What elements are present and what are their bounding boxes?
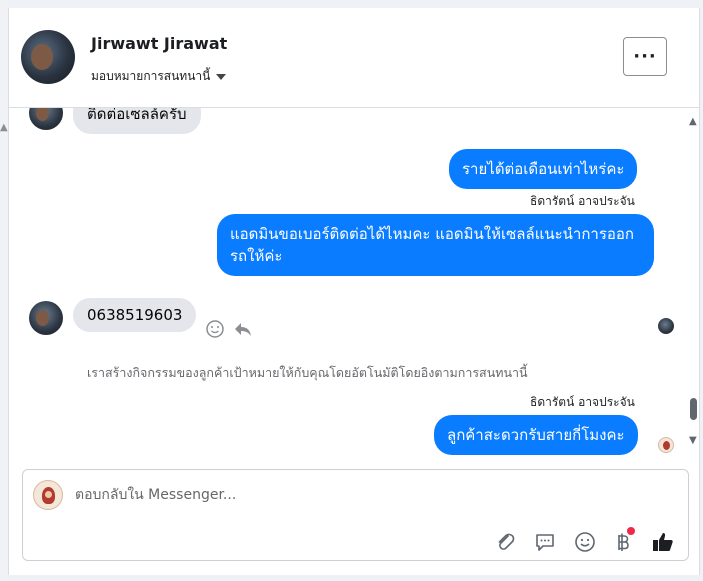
chevron-down-icon <box>216 73 227 80</box>
scroll-up-arrow-icon[interactable]: ▲ <box>689 116 697 127</box>
outgoing-message[interactable]: ลูกค้าสะดวกรับสายกี่โมงคะ <box>434 415 638 455</box>
emoji-icon[interactable] <box>573 530 597 554</box>
more-options-button[interactable]: ··· <box>623 37 667 76</box>
assign-conversation-label: มอบหมายการสนทนานี้ <box>91 69 211 83</box>
incoming-message[interactable]: 0638519603 <box>73 298 197 332</box>
sender-name: ธิดารัตน์ อาจประจัน <box>530 395 635 409</box>
scroll-down-arrow-icon[interactable]: ▼ <box>689 435 697 446</box>
notification-dot <box>627 527 635 535</box>
conversation-panel: Jirwawt Jirawat มอบหมายการสนทนานี้ ··· ต… <box>8 8 700 575</box>
incoming-message[interactable]: ติดต่อเซลล์ครับ <box>73 108 201 134</box>
reply-icon[interactable] <box>233 319 253 339</box>
page-avatar <box>33 480 63 510</box>
left-edge-bar: ▲ <box>0 0 8 581</box>
seen-indicator-avatar <box>658 318 674 334</box>
thumbs-up-icon[interactable] <box>651 530 675 554</box>
outgoing-message[interactable]: รายได้ต่อเดือนเท่าไหร่คะ <box>449 149 638 189</box>
thread-scrollbar[interactable]: ▲ ▼ <box>687 108 699 463</box>
message-actions <box>205 319 253 339</box>
collapse-chevron-icon[interactable]: ▲ <box>0 122 8 133</box>
react-emoji-icon[interactable] <box>205 319 225 339</box>
scrollbar-thumb[interactable] <box>690 398 697 420</box>
contact-avatar[interactable] <box>21 30 75 84</box>
contact-avatar-small[interactable] <box>29 108 63 130</box>
conversation-header: Jirwawt Jirawat มอบหมายการสนทนานี้ ··· <box>9 8 699 108</box>
paperclip-icon[interactable] <box>493 530 517 554</box>
sender-name: ธิดารัตน์ อาจประจัน <box>530 194 635 208</box>
saved-reply-icon[interactable] <box>533 530 557 554</box>
system-note: เราสร้างกิจกรรมของลูกค้าเป้าหมายให้กับคุ… <box>87 365 528 380</box>
seen-indicator-avatar <box>658 437 674 453</box>
message-thread: ติดต่อเซลล์ครับ รายได้ต่อเดือนเท่าไหร่คะ… <box>9 108 699 463</box>
contact-name[interactable]: Jirwawt Jirawat <box>91 34 227 53</box>
contact-avatar-small[interactable] <box>29 301 63 335</box>
baht-payment-icon[interactable] <box>611 527 635 554</box>
outgoing-message[interactable]: แอดมินขอเบอร์ติดต่อได้ไหมคะ แอดมินให้เซล… <box>217 214 654 276</box>
message-composer <box>22 469 689 561</box>
reply-input[interactable] <box>75 484 635 506</box>
assign-conversation-dropdown[interactable]: มอบหมายการสนทนานี้ <box>91 67 227 86</box>
